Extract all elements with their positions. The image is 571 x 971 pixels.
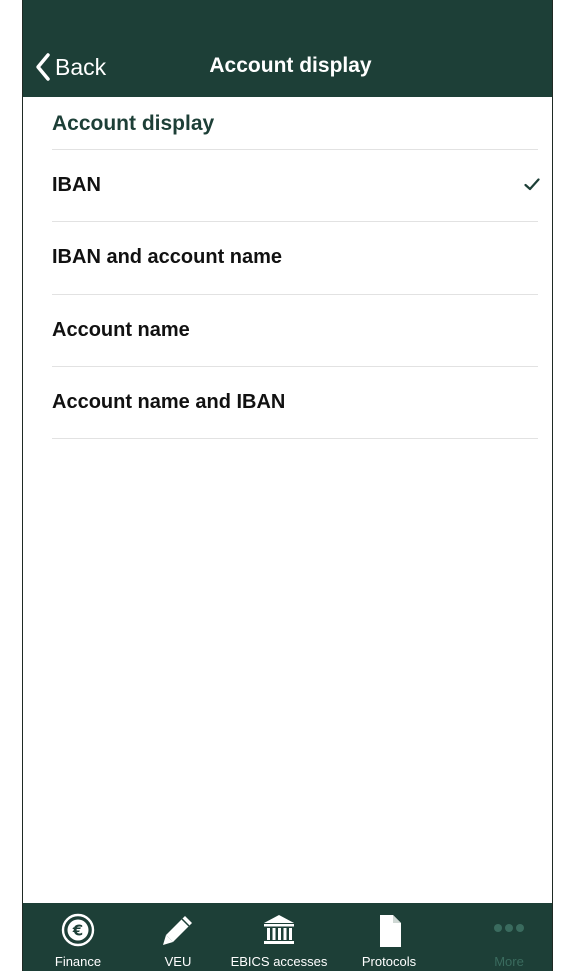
option-account-name[interactable]: Account name <box>52 295 538 367</box>
app-screen: Back Account display Account display IBA… <box>22 0 553 971</box>
tab-label: More <box>494 954 524 969</box>
pen-icon <box>161 913 195 952</box>
tab-label: Finance <box>54 954 102 969</box>
bank-icon <box>261 913 297 952</box>
tab-more[interactable]: More <box>459 903 552 971</box>
option-iban-and-account-name[interactable]: IBAN and account name <box>52 222 538 294</box>
option-label: IBAN and account name <box>52 246 283 268</box>
tab-bar: € Finance VEU EBICS accesses Protocols M… <box>23 903 552 971</box>
svg-text:€: € <box>72 922 83 940</box>
option-label: Account name <box>52 319 190 341</box>
option-label: IBAN <box>52 174 101 196</box>
tab-label: Protocols <box>361 954 417 969</box>
checkmark-icon <box>524 178 540 196</box>
tab-label: VEU <box>164 954 192 969</box>
tab-label: EBICS accesses <box>230 954 328 969</box>
tab-veu[interactable]: VEU <box>128 903 228 971</box>
tab-ebics-accesses[interactable]: EBICS accesses <box>229 903 329 971</box>
document-icon <box>374 913 404 954</box>
tab-finance[interactable]: € Finance <box>28 903 128 971</box>
euro-icon: € <box>61 913 95 952</box>
tab-protocols[interactable]: Protocols <box>339 903 439 971</box>
page-title: Account display <box>209 54 372 77</box>
option-label: Account name and IBAN <box>52 391 286 413</box>
more-dots-icon <box>489 913 529 948</box>
option-iban[interactable]: IBAN <box>52 150 540 222</box>
divider <box>52 438 538 439</box>
option-account-name-and-iban[interactable]: Account name and IBAN <box>52 367 538 439</box>
navigation-bar: Back Account display <box>23 0 552 97</box>
section-header: Account display <box>52 112 215 135</box>
